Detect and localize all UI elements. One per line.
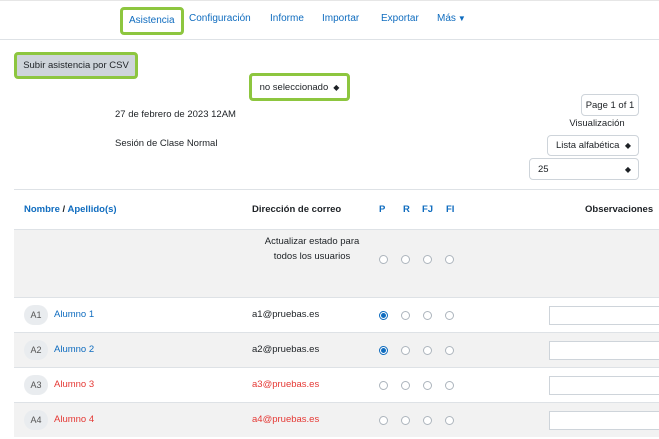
sort-select-value: Lista alfabética [556,140,620,151]
tab-asistencia[interactable]: Asistencia [120,7,184,35]
table-row: A4 Alumno 4 a4@pruebas.es [14,402,659,437]
chevron-down-icon: ▼ [457,14,466,23]
radio-fi[interactable] [445,346,454,355]
per-page-select[interactable]: 25 ◆ [529,158,639,180]
radio-fi[interactable] [445,381,454,390]
avatar: A3 [24,375,48,395]
student-email: a3@pruebas.es [252,379,320,390]
header-p[interactable]: P [379,204,385,215]
session-date: 27 de febrero de 2023 12AM [115,109,236,120]
table-header: Nombre / Apellido(s) Dirección de correo… [14,189,659,229]
radio-fj[interactable] [423,416,432,425]
header-notes: Observaciones [585,204,654,215]
bulk-update-text: Actualizar estado para todos los usuario… [264,236,360,262]
tab-configuracion[interactable]: Configuración [189,12,251,26]
avatar: A4 [24,410,48,430]
radio-fj[interactable] [423,346,432,355]
tab-informe[interactable]: Informe [270,12,304,26]
table-row: A1 Alumno 1 a1@pruebas.es [14,297,659,332]
table-row: A3 Alumno 3 a3@pruebas.es [14,367,659,402]
radio-p[interactable] [379,381,388,390]
tab-importar[interactable]: Importar [322,12,359,26]
per-page-value: 25 [538,163,549,175]
radio-p[interactable] [379,346,388,355]
student-email: a2@pruebas.es [252,344,320,355]
tab-mas[interactable]: Más ▼ [437,12,466,26]
sort-select[interactable]: Lista alfabética ◆ [547,135,639,156]
view-label: Visualización [569,118,625,129]
bulk-radio-r[interactable] [401,255,410,264]
session-type: Sesión de Clase Normal [115,138,218,149]
student-name-link[interactable]: Alumno 3 [54,379,94,390]
radio-p[interactable] [379,416,388,425]
radio-fi[interactable] [445,311,454,320]
student-name-link[interactable]: Alumno 4 [54,414,94,425]
student-name-link[interactable]: Alumno 1 [54,309,94,320]
header-fj[interactable]: FJ [422,204,433,215]
pager[interactable]: Page 1 of 1 [581,94,639,116]
bulk-radio-p[interactable] [379,255,388,264]
student-email: a4@pruebas.es [252,414,320,425]
bulk-status-select[interactable]: no seleccionado ◆ [249,73,350,101]
upload-csv-button[interactable]: Subir asistencia por CSV [14,52,138,79]
bulk-radio-fj[interactable] [423,255,432,264]
student-name-link[interactable]: Alumno 2 [54,344,94,355]
bulk-status-value: no seleccionado [259,81,329,93]
radio-fj[interactable] [423,381,432,390]
student-email: a1@pruebas.es [252,309,320,320]
radio-r[interactable] [401,416,410,425]
avatar: A2 [24,340,48,360]
notes-input[interactable] [549,376,659,395]
sort-last-name-link[interactable]: Apellido(s) [67,204,116,215]
select-arrows-icon: ◆ [624,164,631,174]
notes-input[interactable] [549,411,659,430]
sort-first-name-link[interactable]: Nombre [24,204,60,215]
select-arrows-icon: ◆ [333,82,340,92]
secondary-navigation: Asistencia Configuración Informe Importa… [0,0,659,40]
header-name: Nombre / Apellido(s) [24,204,117,215]
header-fi[interactable]: FI [446,204,454,215]
bulk-update-row: Actualizar estado para todos los usuario… [14,229,659,297]
tab-exportar[interactable]: Exportar [381,12,419,26]
avatar: A1 [24,305,48,325]
radio-p[interactable] [379,311,388,320]
notes-input[interactable] [549,306,659,325]
select-arrows-icon: ◆ [624,141,631,150]
header-r[interactable]: R [403,204,410,215]
bulk-radio-fi[interactable] [445,255,454,264]
radio-r[interactable] [401,346,410,355]
table-row: A2 Alumno 2 a2@pruebas.es [14,332,659,367]
radio-r[interactable] [401,381,410,390]
radio-fi[interactable] [445,416,454,425]
radio-r[interactable] [401,311,410,320]
notes-input[interactable] [549,341,659,360]
tab-mas-label: Más [437,13,456,24]
header-email: Dirección de correo [252,204,342,215]
radio-fj[interactable] [423,311,432,320]
